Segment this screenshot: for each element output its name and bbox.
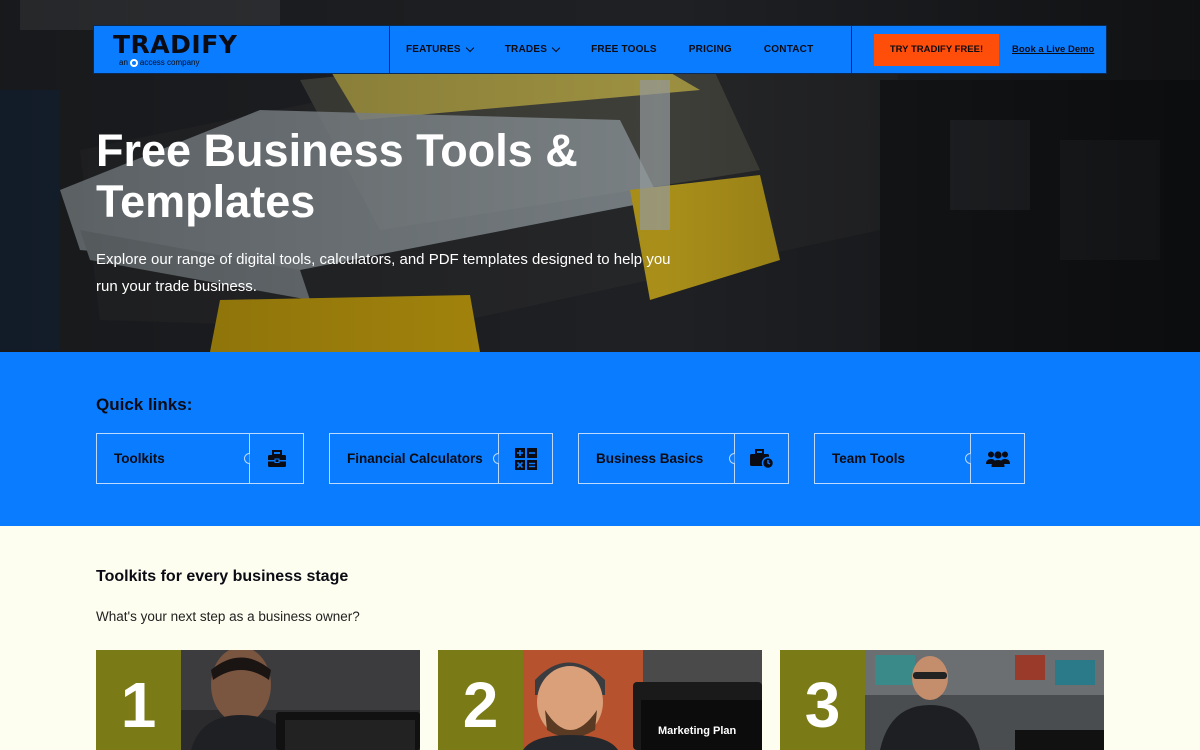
nav-item-contact[interactable]: CONTACT (764, 44, 814, 55)
toolkit-card-caption: Marketing Plan (658, 725, 737, 737)
nav-item-label: FEATURES (406, 44, 461, 55)
quick-link-financial-calculators[interactable]: Financial Calculators (329, 433, 553, 484)
toolkit-card-image (865, 650, 1104, 750)
quick-link-label: Team Tools (832, 451, 906, 466)
toolkit-card-1[interactable]: 1 (96, 650, 420, 750)
nav-item-label: FREE TOOLS (591, 44, 657, 55)
quick-link-icon-box (493, 434, 552, 483)
try-tradify-free-button[interactable]: TRY TRADIFY FREE! (874, 33, 999, 66)
logo-wordmark: TRADIFY (113, 30, 238, 59)
chevron-down-icon (551, 43, 561, 53)
briefcase-clock-icon (749, 448, 774, 469)
logo-tagline-suffix: access company (139, 58, 200, 67)
quick-link-toolkits[interactable]: Toolkits (96, 433, 304, 484)
toolkit-card-3[interactable]: 3 (780, 650, 1104, 750)
quick-link-icon-box (729, 434, 788, 483)
access-ring-icon (129, 58, 138, 67)
nav-links: FEATURES TRADES FREE TOOLS PRICING CONTA… (390, 26, 852, 73)
quick-link-label: Business Basics (596, 451, 704, 466)
puzzle-notch (244, 453, 250, 464)
book-live-demo-link[interactable]: Book a Live Demo (1012, 44, 1094, 55)
chevron-down-icon (465, 43, 474, 53)
nav-item-features[interactable]: FEATURES (406, 43, 474, 55)
logo-tagline: an access company (119, 58, 200, 67)
team-icon (985, 450, 1010, 467)
main-navigation: TRADIFY an access company FEATURES TRADE… (93, 25, 1107, 74)
toolbox-icon (267, 449, 286, 467)
toolkit-card-number: 2 (438, 650, 523, 750)
toolkit-card-2[interactable]: 2 Marketing Plan (438, 650, 762, 750)
nav-item-label: PRICING (688, 44, 732, 55)
toolkit-card-image (181, 650, 420, 750)
quick-link-label: Toolkits (114, 451, 165, 466)
puzzle-notch (965, 453, 971, 464)
toolkits-section-title: Toolkits for every business stage (96, 568, 349, 585)
quick-link-business-basics[interactable]: Business Basics (578, 433, 789, 484)
quick-link-icon-box (244, 434, 303, 483)
quick-link-label: Financial Calculators (347, 451, 483, 466)
quick-link-icon-box (965, 434, 1024, 483)
quick-links-section: Quick links: Toolkits Financial Calculat… (0, 352, 1200, 526)
logo-tagline-prefix: an (119, 58, 128, 67)
tradify-logo[interactable]: TRADIFY an access company (94, 26, 390, 73)
hero-description: Explore our range of digital tools, calc… (96, 251, 671, 295)
toolkits-section-subtitle: What's your next step as a business owne… (96, 609, 360, 624)
page-title: Free Business Tools & Templates (96, 125, 578, 227)
nav-item-label: CONTACT (763, 44, 814, 55)
quick-link-team-tools[interactable]: Team Tools (814, 433, 1025, 484)
hero-section: TRADIFY an access company FEATURES TRADE… (0, 0, 1200, 352)
nav-cta-group: TRY TRADIFY FREE! Book a Live Demo (852, 26, 1106, 73)
nav-item-free-tools[interactable]: FREE TOOLS (591, 44, 657, 55)
nav-item-pricing[interactable]: PRICING (689, 44, 732, 55)
toolkit-card-number: 1 (96, 650, 181, 750)
calculator-icon (514, 447, 537, 470)
quick-links-title: Quick links: (96, 395, 193, 414)
nav-item-trades[interactable]: TRADES (504, 43, 561, 55)
nav-item-label: TRADES (504, 44, 548, 55)
puzzle-notch (493, 453, 499, 464)
puzzle-notch (729, 453, 735, 464)
toolkit-card-number: 3 (780, 650, 865, 750)
